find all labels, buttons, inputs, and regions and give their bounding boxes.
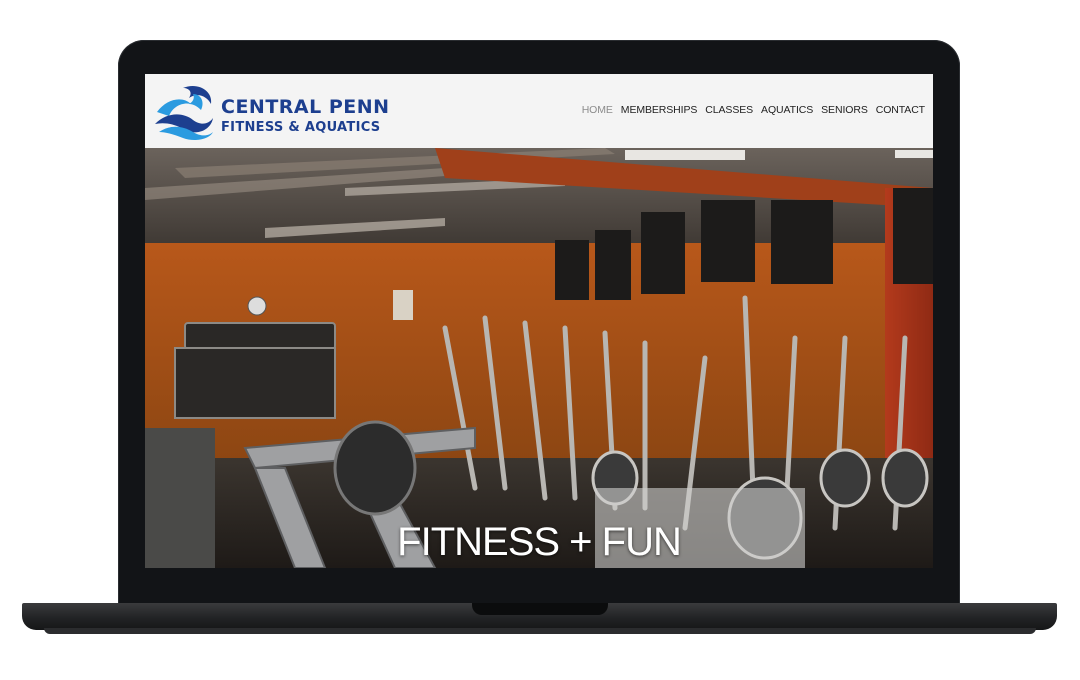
laptop-foot	[44, 628, 1036, 634]
hero-banner: FITNESS + FUN	[145, 148, 933, 568]
laptop-notch	[472, 603, 608, 615]
nav-aquatics[interactable]: AQUATICS	[757, 104, 817, 116]
gym-photo	[145, 148, 933, 568]
laptop-screen: CENTRAL PENN FITNESS & AQUATICS HOME MEM…	[145, 74, 933, 568]
nav-home[interactable]: HOME	[578, 104, 617, 116]
nav-memberships[interactable]: MEMBERSHIPS	[617, 104, 702, 116]
hero-title: FITNESS + FUN	[397, 520, 682, 564]
nav-contact[interactable]: CONTACT	[872, 104, 929, 116]
logo-subtitle: FITNESS & AQUATICS	[221, 120, 381, 135]
site-header: CENTRAL PENN FITNESS & AQUATICS HOME MEM…	[145, 74, 933, 148]
nav-classes[interactable]: CLASSES	[701, 104, 757, 116]
logo-title: CENTRAL PENN	[221, 96, 390, 118]
wave-logo-icon	[155, 85, 213, 140]
nav-seniors[interactable]: SENIORS	[817, 104, 872, 116]
main-nav: HOME MEMBERSHIPS CLASSES AQUATICS SENIOR…	[578, 104, 929, 116]
site-logo[interactable]: CENTRAL PENN FITNESS & AQUATICS	[153, 82, 389, 142]
